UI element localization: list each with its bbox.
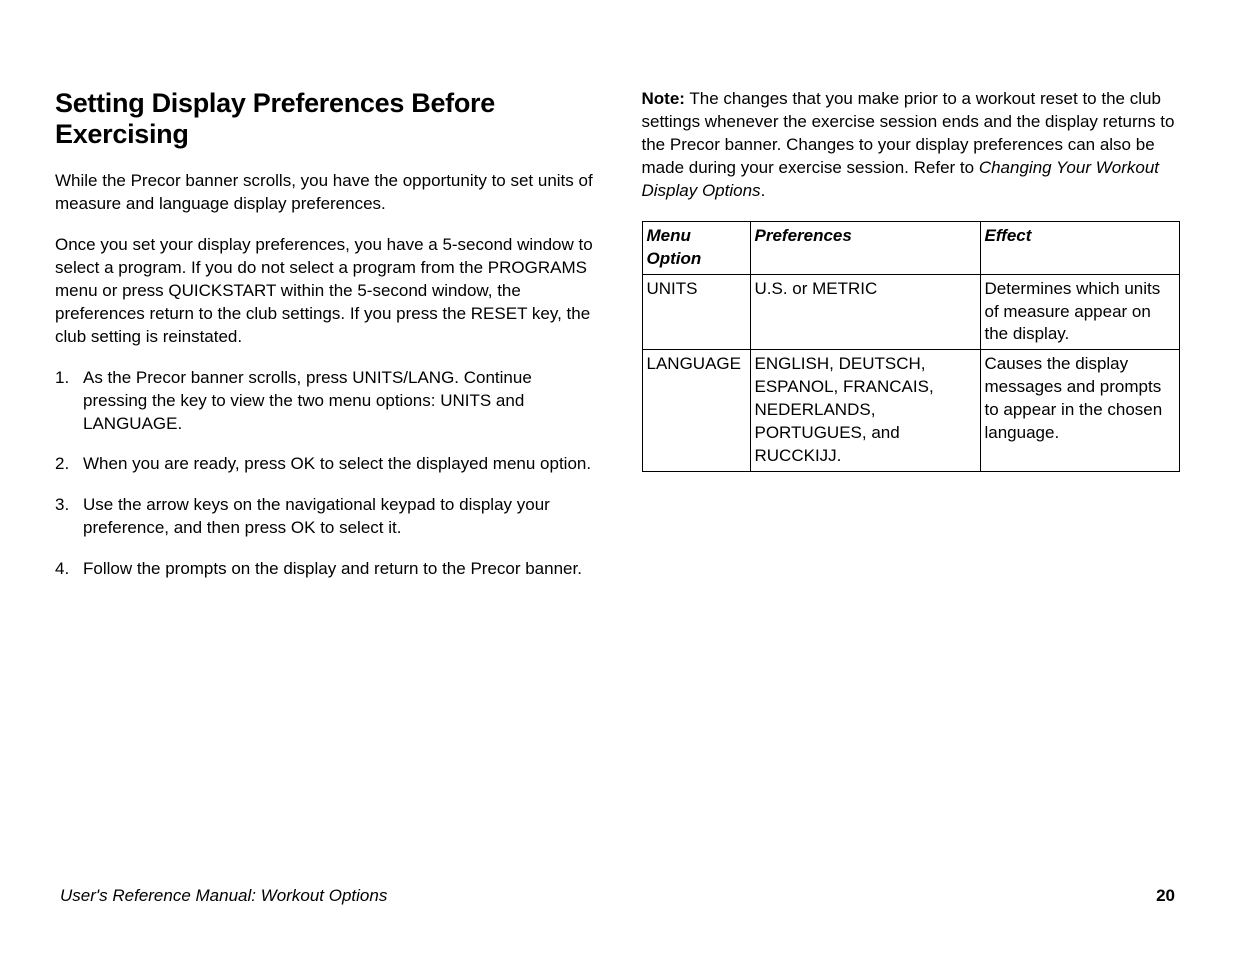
table-cell-menu: UNITS bbox=[642, 274, 750, 350]
table-cell-menu: LANGUAGE bbox=[642, 350, 750, 472]
table-cell-pref: ENGLISH, DEUTSCH, ESPANOL, FRANCAIS, NED… bbox=[750, 350, 980, 472]
table-cell-pref: U.S. or METRIC bbox=[750, 274, 980, 350]
step-item: When you are ready, press OK to select t… bbox=[55, 453, 594, 476]
left-column: Setting Display Preferences Before Exerc… bbox=[55, 88, 594, 599]
table-cell-effect: Determines which units of measure appear… bbox=[980, 274, 1180, 350]
footer-title: User's Reference Manual: Workout Options bbox=[60, 886, 387, 906]
table-header-row: Menu Option Preferences Effect bbox=[642, 221, 1180, 274]
table-cell-effect: Causes the display messages and prompts … bbox=[980, 350, 1180, 472]
table-header: Preferences bbox=[750, 221, 980, 274]
preferences-table: Menu Option Preferences Effect UNITS U.S… bbox=[642, 221, 1181, 472]
steps-list: As the Precor banner scrolls, press UNIT… bbox=[55, 367, 594, 582]
page-number: 20 bbox=[1156, 886, 1175, 906]
step-item: As the Precor banner scrolls, press UNIT… bbox=[55, 367, 594, 436]
table-row: LANGUAGE ENGLISH, DEUTSCH, ESPANOL, FRAN… bbox=[642, 350, 1180, 472]
note-paragraph: Note: The changes that you make prior to… bbox=[642, 88, 1181, 203]
page-footer: User's Reference Manual: Workout Options… bbox=[60, 886, 1175, 906]
right-column: Note: The changes that you make prior to… bbox=[642, 88, 1181, 599]
step-item: Use the arrow keys on the navigational k… bbox=[55, 494, 594, 540]
content-columns: Setting Display Preferences Before Exerc… bbox=[55, 88, 1180, 599]
section-heading: Setting Display Preferences Before Exerc… bbox=[55, 88, 594, 150]
note-label: Note: bbox=[642, 89, 685, 108]
table-header: Effect bbox=[980, 221, 1180, 274]
table-header: Menu Option bbox=[642, 221, 750, 274]
intro-paragraph-2: Once you set your display preferences, y… bbox=[55, 234, 594, 349]
note-period: . bbox=[761, 181, 766, 200]
step-item: Follow the prompts on the display and re… bbox=[55, 558, 594, 581]
intro-paragraph-1: While the Precor banner scrolls, you hav… bbox=[55, 170, 594, 216]
table-row: UNITS U.S. or METRIC Determines which un… bbox=[642, 274, 1180, 350]
